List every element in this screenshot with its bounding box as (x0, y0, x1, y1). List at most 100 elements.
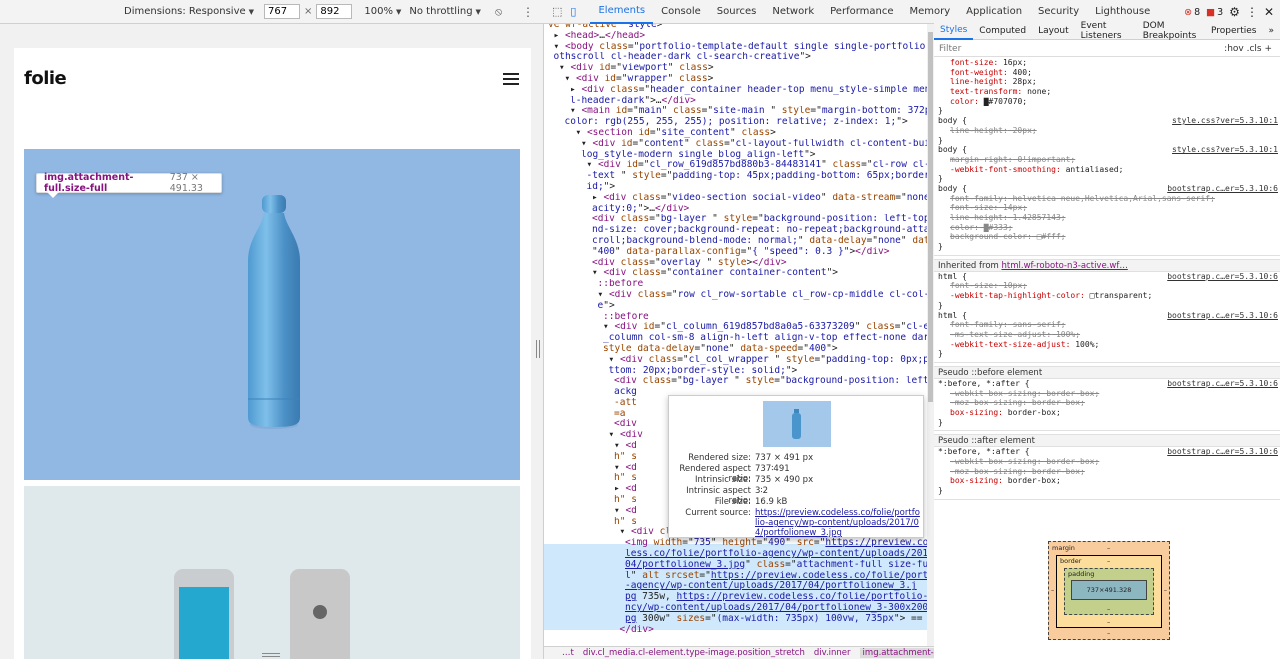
css-source-link[interactable]: bootstrap.c…er=5.3.10:6 (1167, 272, 1278, 282)
css-source-link[interactable]: bootstrap.c…er=5.3.10:6 (1167, 184, 1278, 194)
css-rule-selector[interactable]: *:before, *:after {bootstrap.c…er=5.3.10… (934, 447, 1280, 457)
dom-tree[interactable]: ve wf-active" style> ▸ <head>…</head> ▾ <b… (544, 20, 927, 646)
dom-node-line[interactable]: ::before (548, 279, 927, 290)
dom-node-line[interactable]: l" alt srcset="https://preview.codeless.… (548, 571, 927, 582)
dom-node-line[interactable]: ▾ <div class="row cl_row-sortable cl_row… (548, 290, 928, 301)
dom-node-line[interactable]: croll;background-blend-mode: normal;" da… (548, 236, 927, 247)
dom-node-line[interactable]: acity:0;">…</div> (548, 204, 927, 215)
current-source-link[interactable]: https://preview.codeless.co/folie/portfo… (755, 508, 920, 538)
css-rule-selector[interactable]: body {bootstrap.c…er=5.3.10:6 (934, 184, 1280, 194)
dom-node-line[interactable]: l-header-dark">…</div> (548, 96, 927, 107)
breadcrumb-item-current[interactable]: img.attachment-full.size-full (859, 648, 934, 658)
inspect-element-icon[interactable]: ⬚ (552, 5, 562, 18)
dom-node-line[interactable]: <img width="735" height="490" src="https… (548, 538, 927, 549)
tab-styles[interactable]: Styles (934, 22, 974, 40)
inherited-link[interactable]: html.wf-roboto-n3-active.wf… (1002, 261, 1128, 271)
throttling-dropdown[interactable]: No throttling ▼ (409, 6, 481, 17)
errors-badge[interactable]: ⊗ 8 (1184, 7, 1200, 18)
dom-node-line[interactable]: -agency/wp-content/uploads/2017/04/portf… (548, 581, 927, 592)
breadcrumb-item[interactable]: …t (562, 648, 574, 658)
dom-node-line[interactable]: ▾ <div id="content" class="cl-layout-ful… (548, 139, 927, 150)
dom-node-line[interactable]: ncy/wp-content/uploads/2017/04/portfolio… (548, 603, 927, 614)
tab-memory[interactable]: Memory (902, 0, 959, 24)
settings-gear-icon[interactable]: ⚙ (1229, 5, 1240, 19)
dom-node-line[interactable]: <div class="bg-layer " style="background… (548, 214, 927, 225)
dom-node-line[interactable]: -text " style="padding-top: 45px;padding… (548, 171, 928, 182)
dom-node-line[interactable]: ▾ <div id="wrapper" class> (548, 74, 927, 85)
css-rule-selector[interactable]: body {style.css?ver=5.3.10:1 (934, 116, 1280, 126)
css-rule-selector[interactable]: html {bootstrap.c…er=5.3.10:6 (934, 272, 1280, 282)
dom-node-line[interactable]: color: rgb(255, 255, 255); position: rel… (548, 117, 927, 128)
css-source-link[interactable]: bootstrap.c…er=5.3.10:6 (1167, 379, 1278, 389)
filter-tools[interactable]: :hov .cls + (1224, 44, 1272, 54)
height-input[interactable] (316, 4, 353, 19)
dom-node-line[interactable]: ▾ <body class="portfolio-template-defaul… (548, 42, 928, 53)
dom-node-line[interactable]: ▸ <div class="video-section social-video… (548, 193, 927, 204)
dom-node-line[interactable]: ▾ <div class="container container-conten… (548, 268, 927, 279)
tab-sources[interactable]: Sources (709, 0, 765, 24)
dom-node-line[interactable]: ::before (548, 312, 927, 323)
dom-node-line[interactable]: style data-delay="none" data-speed="400"… (548, 344, 927, 355)
width-input[interactable] (264, 4, 301, 19)
dom-node-line[interactable]: e"> (548, 301, 927, 312)
tab-application[interactable]: Application (958, 0, 1030, 24)
css-source-link[interactable]: style.css?ver=5.3.10:1 (1172, 116, 1278, 126)
dom-node-line[interactable]: 04/portfolionew_3.jpg" class="attachment… (548, 560, 927, 571)
close-icon[interactable]: ✕ (1264, 5, 1274, 19)
dom-node-line[interactable]: _column col-sm-8 align-h-left align-v-to… (548, 333, 927, 344)
more-tabs-icon[interactable]: » (1262, 26, 1280, 36)
tab-network[interactable]: Network (764, 0, 822, 24)
more-menu-icon[interactable]: ⋮ (1246, 5, 1258, 19)
dom-node-line[interactable]: pg 300w" sizes="(max-width: 735px) 100vw… (548, 614, 927, 625)
hamburger-menu-icon[interactable] (503, 73, 519, 85)
dom-node-line[interactable]: ▸ <div class="header_container header-to… (548, 85, 927, 96)
dom-node-line[interactable]: othscroll cl-header-dark cl-search-creat… (548, 52, 927, 63)
css-rule-selector[interactable]: html {bootstrap.c…er=5.3.10:6 (934, 311, 1280, 321)
elements-scrollbar[interactable] (927, 24, 934, 646)
breadcrumb-item[interactable]: div.inner (814, 648, 851, 658)
site-logo[interactable]: folie (24, 68, 67, 89)
tab-elements[interactable]: Elements (590, 0, 654, 24)
zoom-dropdown[interactable]: 100% ▼ (364, 6, 401, 17)
phones-image[interactable] (24, 486, 520, 659)
bottle-image[interactable] (24, 149, 520, 480)
css-source-link[interactable]: style.css?ver=5.3.10:1 (1172, 145, 1278, 155)
dom-node-line[interactable]: ▾ <div id="cl_column_619d857bd8a0a5-6337… (548, 322, 927, 333)
dom-node-line[interactable]: "400" data-parallax-config="{ "speed": 0… (548, 247, 927, 258)
dom-node-line[interactable]: ▾ <div id="cl_row_619d857bd880b3-8448314… (548, 160, 928, 171)
dom-node-line[interactable]: nd-size: cover;background-repeat: no-rep… (548, 225, 927, 236)
dom-node-line[interactable]: pg 735w, https://preview.codeless.co/fol… (548, 592, 927, 603)
dom-node-line[interactable]: id;"> (548, 182, 927, 193)
tab-console[interactable]: Console (653, 0, 709, 24)
dom-node-line[interactable]: ▾ <main id="main" class="site-main " sty… (548, 106, 927, 117)
dom-node-line[interactable]: less.co/folie/portfolio-agency/wp-conten… (548, 549, 927, 560)
css-source-link[interactable]: bootstrap.c…er=5.3.10:6 (1167, 311, 1278, 321)
tab-performance[interactable]: Performance (822, 0, 901, 24)
css-rule-selector[interactable]: *:before, *:after {bootstrap.c…er=5.3.10… (934, 379, 1280, 389)
dom-node-line[interactable]: ttom: 20px;border-style: solid;"> (548, 366, 927, 377)
dom-node-line[interactable]: ▾ <section id="site_content" class> (548, 128, 927, 139)
dom-node-line[interactable]: log_style-modern single_blog_align-left"… (548, 150, 927, 161)
tab-dom-breakpoints[interactable]: DOM Breakpoints (1137, 21, 1205, 41)
dimensions-dropdown[interactable]: Dimensions: Responsive ▼ (124, 6, 254, 17)
viewport-width-handle[interactable] (536, 340, 540, 358)
css-rule-selector[interactable]: body {style.css?ver=5.3.10:1 (934, 145, 1280, 155)
dom-node-line[interactable]: <div class="bg-layer " style="background… (548, 376, 927, 387)
more-options-icon[interactable]: ⋮ (522, 5, 534, 19)
tab-event-listeners[interactable]: Event Listeners (1075, 21, 1137, 41)
tab-properties[interactable]: Properties (1205, 26, 1262, 36)
tab-computed[interactable]: Computed (973, 26, 1032, 36)
device-toggle-icon[interactable]: ▯ (570, 5, 576, 18)
dom-node-line[interactable]: ▾ <div class="cl_col_wrapper " style="pa… (548, 355, 928, 366)
css-source-link[interactable]: bootstrap.c…er=5.3.10:6 (1167, 447, 1278, 457)
rotate-icon[interactable]: ⦸ (495, 5, 502, 19)
dom-node-line[interactable]: ▸ <head>…</head> (548, 31, 927, 42)
dom-node-line[interactable]: <div class="overlay " style></div> (548, 258, 927, 269)
styles-filter-input[interactable]: Filter :hov .cls + (934, 41, 1280, 57)
tab-layout[interactable]: Layout (1032, 26, 1075, 36)
dom-node-line[interactable]: </div> (548, 625, 927, 636)
viewport-height-handle[interactable] (262, 653, 280, 657)
breadcrumb-item[interactable]: div.cl_media.cl-element.type-image.posit… (583, 648, 805, 658)
dom-node-line[interactable]: ▾ <div id="viewport" class> (548, 63, 927, 74)
warnings-badge[interactable]: ■ 3 (1206, 7, 1223, 18)
